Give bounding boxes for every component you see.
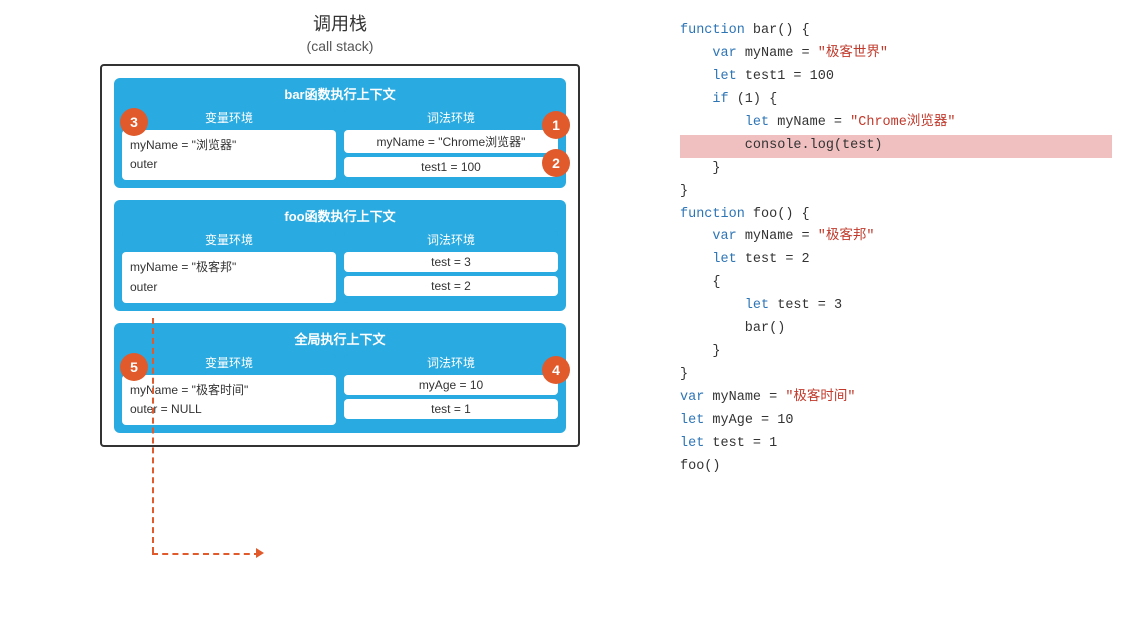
code-line-16: } <box>680 364 1112 387</box>
code-line-6: console.log(test) <box>680 135 1112 158</box>
code-line-15: } <box>680 341 1112 364</box>
global-lexical-env: 词法环境 myAge = 10 test = 1 4 <box>344 354 558 425</box>
bar-var-line2: outer <box>130 155 328 174</box>
foo-lex-label: 词法环境 <box>344 231 558 248</box>
foo-var-line2: outer <box>130 278 328 297</box>
bar-lex-content: myName = "Chrome浏览器" test1 = 100 <box>344 130 558 177</box>
foo-lex-content: test = 3 test = 2 <box>344 252 558 296</box>
global-lex-item1: myAge = 10 <box>344 375 558 395</box>
code-line-19: let test = 1 <box>680 433 1112 456</box>
code-line-8: } <box>680 181 1112 204</box>
code-line-3: let test1 = 100 <box>680 66 1112 89</box>
bar-lex-label: 词法环境 <box>344 109 558 126</box>
code-line-9: function foo() { <box>680 204 1112 227</box>
left-panel: 调用栈 (call stack) 3 bar函数执行上下文 变量环境 myNam… <box>20 10 660 447</box>
foo-lex-item2: test = 2 <box>344 276 558 296</box>
code-line-18: let myAge = 10 <box>680 410 1112 433</box>
global-lex-item2: test = 1 <box>344 399 558 419</box>
global-var-line1: myName = "极客时间" <box>130 381 328 400</box>
foo-context-title: foo函数执行上下文 <box>122 206 558 225</box>
code-line-2: var myName = "极客世界" <box>680 43 1112 66</box>
global-lex-label: 词法环境 <box>344 354 558 371</box>
badge-5: 5 <box>120 353 148 381</box>
foo-var-line1: myName = "极客邦" <box>130 258 328 277</box>
dashed-vertical-line <box>152 318 154 553</box>
foo-var-label: 变量环境 <box>122 231 336 248</box>
bar-context: 3 bar函数执行上下文 变量环境 myName = "浏览器" outer 词… <box>114 78 566 188</box>
global-var-label: 变量环境 <box>122 354 336 371</box>
global-var-line2: outer = NULL <box>130 400 328 419</box>
foo-lex-item1: test = 3 <box>344 252 558 272</box>
bar-var-label: 变量环境 <box>122 109 336 126</box>
foo-var-content: myName = "极客邦" outer <box>122 252 336 302</box>
badge-1: 1 <box>542 111 570 139</box>
global-lex-content: myAge = 10 test = 1 <box>344 375 558 419</box>
code-line-10: var myName = "极客邦" <box>680 226 1112 249</box>
code-line-11: let test = 2 <box>680 249 1112 272</box>
callstack-container: 3 bar函数执行上下文 变量环境 myName = "浏览器" outer 词… <box>100 64 580 447</box>
global-context-title: 全局执行上下文 <box>122 329 558 348</box>
bar-variable-env: 变量环境 myName = "浏览器" outer <box>122 109 336 180</box>
code-line-12: { <box>680 272 1112 295</box>
code-panel: function bar() { var myName = "极客世界" let… <box>660 10 1122 489</box>
badge-2: 2 <box>542 149 570 177</box>
foo-lexical-env: 词法环境 test = 3 test = 2 <box>344 231 558 302</box>
title-cn: 调用栈 <box>313 10 367 36</box>
title-en: (call stack) <box>307 38 374 54</box>
code-line-13: let test = 3 <box>680 295 1112 318</box>
bar-var-content: myName = "浏览器" outer <box>122 130 336 180</box>
badge-3: 3 <box>120 108 148 136</box>
foo-variable-env: 变量环境 myName = "极客邦" outer <box>122 231 336 302</box>
code-line-1: function bar() { <box>680 20 1112 43</box>
bar-lex-item2: test1 = 100 <box>344 157 558 177</box>
code-line-14: bar() <box>680 318 1112 341</box>
bar-lex-item1: myName = "Chrome浏览器" <box>344 130 558 153</box>
bar-context-title: bar函数执行上下文 <box>122 84 558 103</box>
bar-var-line1: myName = "浏览器" <box>130 136 328 155</box>
global-var-content: myName = "极客时间" outer = NULL <box>122 375 336 425</box>
code-line-7: } <box>680 158 1112 181</box>
bar-lexical-env: 词法环境 myName = "Chrome浏览器" test1 = 100 1 … <box>344 109 558 180</box>
code-line-4: if (1) { <box>680 89 1112 112</box>
global-context: 5 全局执行上下文 变量环境 myName = "极客时间" outer = N… <box>114 323 566 433</box>
code-line-20: foo() <box>680 456 1112 479</box>
global-variable-env: 变量环境 myName = "极客时间" outer = NULL <box>122 354 336 425</box>
highlighted-code-line: console.log(test) <box>680 135 1112 158</box>
dashed-horizontal-line <box>152 553 260 555</box>
code-line-17: var myName = "极客时间" <box>680 387 1112 410</box>
code-line-5: let myName = "Chrome浏览器" <box>680 112 1112 135</box>
foo-context: foo函数执行上下文 变量环境 myName = "极客邦" outer 词法环… <box>114 200 566 310</box>
arrow-right-icon <box>256 548 264 558</box>
badge-4: 4 <box>542 356 570 384</box>
